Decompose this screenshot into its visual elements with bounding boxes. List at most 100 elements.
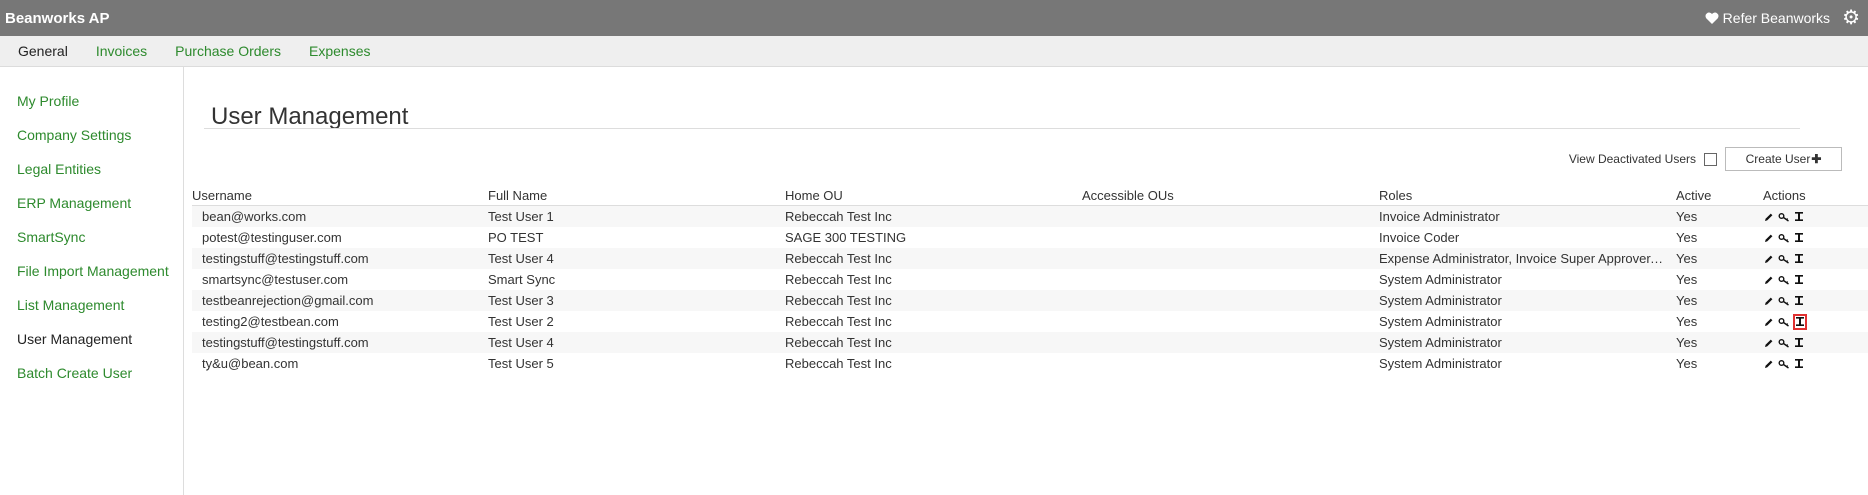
- table-header: Username Full Name Home OU Accessible OU…: [192, 181, 1868, 206]
- sidebar-item-user-management[interactable]: User Management: [17, 329, 183, 363]
- header-active[interactable]: Active: [1665, 188, 1763, 203]
- cell-username: testing2@testbean.com: [202, 314, 339, 329]
- pencil-icon[interactable]: [1763, 336, 1775, 350]
- cell-active: Yes: [1676, 272, 1698, 287]
- cell-roles: System Administrator: [1379, 314, 1502, 329]
- table-body: bean@works.com Test User 1 Rebeccah Test I…: [192, 206, 1868, 374]
- key-icon[interactable]: [1778, 252, 1790, 266]
- cell-full-name: Test User 3: [488, 293, 554, 308]
- deactivate-user-icon[interactable]: [1793, 273, 1805, 287]
- sidebar-item-file-import-management[interactable]: File Import Management: [17, 261, 183, 295]
- sidebar-item-list-management[interactable]: List Management: [17, 295, 183, 329]
- cell-full-name: Test User 4: [488, 335, 554, 350]
- table-row: testingstuff@testingstuff.com Test User 4…: [192, 332, 1868, 353]
- header-roles[interactable]: Roles: [1379, 188, 1665, 203]
- row-actions: [1763, 357, 1863, 371]
- cell-active: Yes: [1676, 293, 1698, 308]
- row-actions: [1763, 336, 1863, 350]
- pencil-icon[interactable]: [1763, 252, 1775, 266]
- cell-username: smartsync@testuser.com: [202, 272, 349, 287]
- cell-username: testingstuff@testingstuff.com: [202, 251, 369, 266]
- key-icon[interactable]: [1778, 315, 1790, 329]
- deactivate-user-icon[interactable]: [1793, 336, 1805, 350]
- header-full-name[interactable]: Full Name: [488, 188, 785, 203]
- page-title: User Management: [211, 103, 409, 131]
- sidebar-item-company-settings[interactable]: Company Settings: [17, 125, 183, 159]
- users-table: Username Full Name Home OU Accessible OU…: [192, 181, 1868, 374]
- settings-sidebar: My Profile Company Settings Legal Entiti…: [0, 67, 184, 495]
- sidebar-item-smartsync[interactable]: SmartSync: [17, 227, 183, 261]
- cell-username: bean@works.com: [202, 209, 307, 224]
- pencil-icon[interactable]: [1763, 273, 1775, 287]
- cell-active: Yes: [1676, 251, 1698, 266]
- key-icon[interactable]: [1778, 294, 1790, 308]
- pencil-icon[interactable]: [1763, 210, 1775, 224]
- row-actions: [1763, 210, 1863, 224]
- sidebar-item-my-profile[interactable]: My Profile: [17, 91, 183, 125]
- row-actions: [1763, 273, 1863, 287]
- cell-full-name: Smart Sync: [488, 272, 556, 287]
- sidebar-item-batch-create-user[interactable]: Batch Create User: [17, 363, 183, 397]
- tab-expenses[interactable]: Expenses: [309, 43, 370, 59]
- cell-full-name: Test User 5: [488, 356, 554, 371]
- top-bar: Beanworks AP Refer Beanworks ⚙: [0, 0, 1868, 36]
- pencil-icon[interactable]: [1763, 357, 1775, 371]
- cell-username: testingstuff@testingstuff.com: [202, 335, 369, 350]
- cell-roles: Invoice Coder: [1379, 230, 1460, 245]
- tab-purchase-orders[interactable]: Purchase Orders: [175, 43, 281, 59]
- view-deactivated-checkbox[interactable]: [1704, 152, 1717, 166]
- main-content: User Management View Deactivated Users C…: [184, 67, 1868, 495]
- header-home-ou[interactable]: Home OU: [785, 188, 1082, 203]
- pencil-icon[interactable]: [1763, 231, 1775, 245]
- cell-active: Yes: [1676, 209, 1698, 224]
- tab-invoices[interactable]: Invoices: [96, 43, 147, 59]
- heart-icon[interactable]: [1705, 12, 1719, 25]
- deactivate-user-icon[interactable]: [1793, 357, 1805, 371]
- pencil-icon[interactable]: [1763, 294, 1775, 308]
- key-icon[interactable]: [1778, 210, 1790, 224]
- header-actions: Actions: [1763, 188, 1806, 203]
- refer-beanworks-link[interactable]: Refer Beanworks: [1723, 10, 1830, 26]
- cell-roles: Expense Administrator, Invoice Super App…: [1379, 251, 1665, 266]
- cell-roles: System Administrator: [1379, 293, 1502, 308]
- key-icon[interactable]: [1778, 273, 1790, 287]
- header-username[interactable]: Username: [192, 188, 488, 203]
- gear-icon[interactable]: ⚙: [1842, 8, 1860, 28]
- create-user-label: Create User: [1745, 152, 1811, 166]
- cell-active: Yes: [1676, 356, 1698, 371]
- deactivate-user-icon[interactable]: [1793, 313, 1807, 330]
- deactivate-user-icon[interactable]: [1793, 210, 1805, 224]
- plus-icon: ✚: [1811, 152, 1822, 166]
- sidebar-item-legal-entities[interactable]: Legal Entities: [17, 159, 183, 193]
- cell-home-ou: Rebeccah Test Inc: [785, 356, 892, 371]
- create-user-button[interactable]: Create User ✚: [1725, 147, 1842, 171]
- table-row: testing2@testbean.com Test User 2 Rebeccah…: [192, 311, 1868, 332]
- key-icon[interactable]: [1778, 231, 1790, 245]
- cell-active: Yes: [1676, 314, 1698, 329]
- cell-home-ou: Rebeccah Test Inc: [785, 272, 892, 287]
- cell-home-ou: SAGE 300 TESTING: [785, 230, 907, 245]
- key-icon[interactable]: [1778, 357, 1790, 371]
- deactivate-user-icon[interactable]: [1793, 252, 1805, 266]
- header-accessible-ous[interactable]: Accessible OUs: [1082, 188, 1379, 203]
- topbar-actions: Refer Beanworks ⚙: [1705, 8, 1860, 28]
- table-row: potest@testinguser.com PO TEST SAGE 300 TE…: [192, 227, 1868, 248]
- cell-roles: Invoice Administrator: [1379, 209, 1500, 224]
- cell-active: Yes: [1676, 335, 1698, 350]
- cell-username: ty&u@bean.com: [202, 356, 299, 371]
- title-divider: [204, 128, 1800, 129]
- cell-roles: System Administrator: [1379, 272, 1502, 287]
- sidebar-item-erp-management[interactable]: ERP Management: [17, 193, 183, 227]
- cell-full-name: Test User 2: [488, 314, 554, 329]
- cell-roles: System Administrator: [1379, 356, 1502, 371]
- key-icon[interactable]: [1778, 336, 1790, 350]
- cell-home-ou: Rebeccah Test Inc: [785, 251, 892, 266]
- deactivate-user-icon[interactable]: [1793, 231, 1805, 245]
- cell-full-name: Test User 1: [488, 209, 554, 224]
- pencil-icon[interactable]: [1763, 315, 1775, 329]
- cell-full-name: PO TEST: [488, 230, 544, 245]
- deactivate-user-icon[interactable]: [1793, 294, 1805, 308]
- cell-username: testbeanrejection@gmail.com: [202, 293, 374, 308]
- tab-general[interactable]: General: [18, 43, 68, 59]
- cell-roles: System Administrator: [1379, 335, 1502, 350]
